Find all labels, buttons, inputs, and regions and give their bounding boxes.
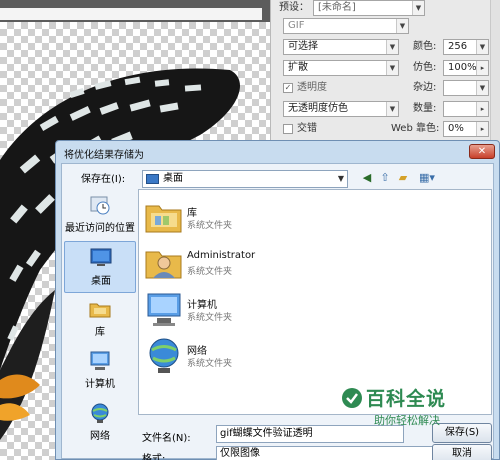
item-type: 系统文件夹 [187,221,233,231]
web-snap-label: Web 靠色: [391,123,440,134]
desktop-icon [90,248,112,266]
item-type: 系统文件夹 [187,359,233,369]
preset-value: [未命名] [318,2,356,13]
chevron-down-icon: ▼ [476,40,488,54]
place-computer[interactable]: 计算机 [64,345,136,397]
user-folder-icon [145,251,182,279]
save-in-value: 桌面 [163,173,183,184]
chevron-down-icon: ▼ [476,81,488,95]
cancel-button[interactable]: 取消 [432,444,492,460]
format-value: GIF [288,20,305,31]
colors-label: 颜色: [413,41,437,52]
places-bar: 最近访问的位置 桌面 库 计算机 网络 [64,189,136,451]
place-libraries[interactable]: 库 [64,293,136,345]
chevron-down-icon: ▼ [337,174,344,183]
matte-select[interactable]: ▼ [443,80,489,96]
dither-algorithm-value: 扩散 [288,62,308,73]
web-snap-field[interactable]: 0% ▸ [443,121,489,137]
item-name: 网络 [187,346,207,357]
save-in-label: 保存在(I): [81,174,126,185]
place-label: 计算机 [85,379,115,390]
colors-select[interactable]: 256 ▼ [443,39,489,55]
chevron-right-icon: ▸ [476,122,488,136]
close-button[interactable]: ✕ [469,144,495,159]
matte-label: 杂边: [413,82,437,93]
filename-label: 文件名(N): [142,433,191,444]
save-in-select[interactable]: 桌面 ▼ [142,170,348,188]
view-menu-icon[interactable]: ▦▾ [414,170,440,186]
interlaced-label: 交错 [297,123,317,134]
computer-icon [90,351,110,370]
watermark-title: 百科全说 [366,388,447,410]
place-desktop[interactable]: 桌面 [64,241,136,293]
new-folder-icon[interactable]: ▰ [395,170,411,186]
transparency-dither-select[interactable]: 无透明度仿色 ▼ [283,101,399,117]
dither-label: 仿色: [413,62,437,73]
chevron-down-icon: ▼ [386,102,398,116]
filename-value: gif蝴蝶文件验证透明 [220,428,313,439]
back-icon[interactable]: ◀ [359,170,375,186]
preset-select[interactable]: [未命名] ▼ [313,0,425,16]
canvas-ruler [0,8,262,20]
transparency-checkbox[interactable]: ✓ [283,83,293,93]
filetype-label: 格式: [142,454,166,460]
list-item-libraries[interactable]: 库 系统文件夹 [143,196,443,240]
chevron-right-icon: ▸ [476,102,488,116]
amount-field[interactable]: ▸ [443,101,489,117]
chevron-down-icon: ▼ [412,1,424,15]
transparency-label: 透明度 [297,82,327,93]
colors-value: 256 [448,41,468,52]
network-icon [91,403,109,423]
watermark-logo-icon [342,388,362,408]
computer-icon [147,293,181,326]
interlaced-checkbox[interactable] [283,124,293,134]
place-label: 最近访问的位置 [65,223,135,234]
transparency-dither-value: 无透明度仿色 [288,103,348,114]
chevron-down-icon: ▼ [386,61,398,75]
up-folder-icon[interactable]: ⇧ [377,170,393,186]
item-name: Administrator [187,250,256,261]
filetype-value: 仅限图像 [220,448,260,459]
list-item-network[interactable]: 网络 系统文件夹 [143,334,443,378]
place-label: 桌面 [91,276,111,287]
item-type: 系统文件夹 [187,313,233,323]
watermark: 百科全说 助你轻松解决 [340,380,470,436]
palette-value: 可选择 [288,41,318,52]
libraries-icon [89,303,111,318]
watermark-subtitle: 助你轻松解决 [374,414,440,427]
network-icon [149,338,179,373]
dither-amount-value: 100% [448,62,477,73]
web-snap-value: 0% [448,123,464,134]
list-item-administrator[interactable]: Administrator 系统文件夹 [143,242,443,286]
dialog-title: 将优化结果存储为 [64,150,144,161]
amount-label: 数量: [413,103,437,114]
close-icon: ✕ [477,146,487,157]
place-recent[interactable]: 最近访问的位置 [64,189,136,241]
chevron-down-icon: ▼ [386,40,398,54]
item-name: 计算机 [187,300,217,311]
place-network[interactable]: 网络 [64,397,136,449]
format-select[interactable]: GIF ▼ [283,18,409,34]
chevron-down-icon: ▼ [396,19,408,33]
dither-algorithm-select[interactable]: 扩散 ▼ [283,60,399,76]
desktop-icon [146,174,159,184]
preset-label: 预设： [279,2,309,13]
recent-places-icon [90,196,110,215]
chevron-right-icon: ▸ [476,61,488,75]
dither-amount-field[interactable]: 100% ▸ [443,60,489,76]
palette-select[interactable]: 可选择 ▼ [283,39,399,55]
place-label: 库 [95,327,105,338]
libraries-folder-icon [145,205,182,233]
place-label: 网络 [90,431,110,442]
filetype-select[interactable]: 仅限图像 [216,446,446,460]
item-name: 库 [187,208,197,219]
item-type: 系统文件夹 [187,267,233,277]
list-item-computer[interactable]: 计算机 系统文件夹 [143,288,443,332]
